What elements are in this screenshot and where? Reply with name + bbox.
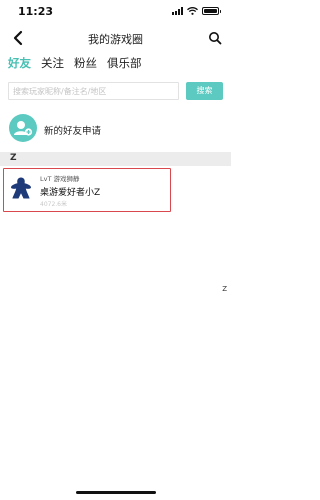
home-indicator[interactable]: [76, 491, 156, 494]
nav-bar: 我的游戏圈: [0, 26, 231, 50]
battery-icon: [202, 7, 221, 15]
tab-clubs[interactable]: 俱乐部: [107, 54, 142, 74]
friend-distance: 4072.6米: [40, 201, 67, 208]
add-friend-icon: [9, 114, 37, 142]
wifi-icon: [187, 7, 198, 15]
section-header: Z: [0, 152, 231, 166]
tab-bar: 好友 关注 粉丝 俱乐部: [8, 54, 142, 74]
section-letter: Z: [10, 153, 17, 163]
search-button[interactable]: 搜索: [186, 82, 223, 100]
friend-group-label: LvT 游戏狮静: [40, 175, 80, 183]
page-title: 我的游戏圈: [88, 33, 143, 46]
status-bar: 11:23: [0, 0, 231, 22]
tab-fans[interactable]: 粉丝: [74, 54, 97, 74]
search-input[interactable]: [8, 82, 179, 100]
search-icon[interactable]: [208, 31, 222, 45]
friend-list-item[interactable]: LvT 游戏狮静 桌游爱好者小Z 4072.6米: [3, 168, 231, 212]
search-row: 搜索: [8, 82, 223, 102]
alphabet-index[interactable]: Z: [222, 285, 227, 293]
tab-friends[interactable]: 好友: [8, 54, 31, 74]
new-friend-request-label: 新的好友申请: [44, 126, 102, 137]
signal-icon: [172, 7, 183, 15]
new-friend-request-row[interactable]: 新的好友申请: [0, 112, 231, 146]
status-time: 11:23: [18, 5, 54, 18]
friend-name: 桌游爱好者小Z: [40, 188, 101, 198]
tab-following[interactable]: 关注: [41, 54, 64, 74]
meeple-avatar-icon: [11, 177, 31, 199]
status-icons: [172, 7, 221, 15]
screen: 11:23 我的游戏圈 好友 关注 粉丝 俱乐部 搜索玩家昵称/备注名/地区 搜…: [0, 0, 231, 500]
